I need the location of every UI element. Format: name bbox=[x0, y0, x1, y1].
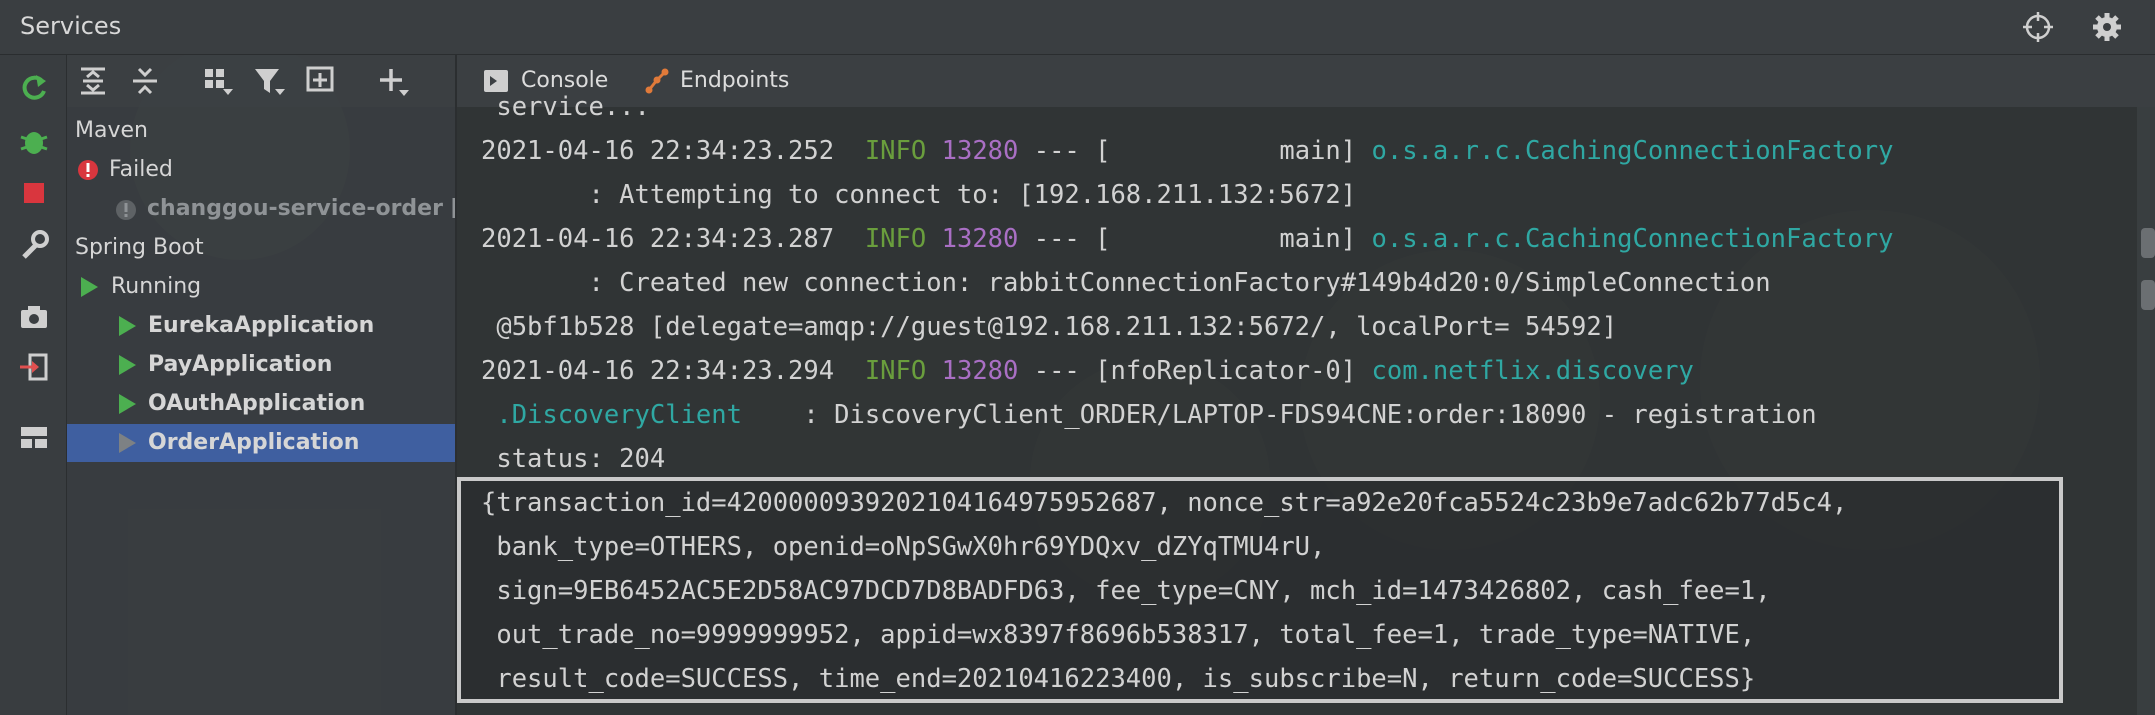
services-tree: Maven Failed changgou-service-order [co … bbox=[67, 107, 455, 715]
stop-icon[interactable] bbox=[18, 177, 50, 209]
log-logger: o.s.a.r.c.CachingConnectionFactory bbox=[1371, 224, 1894, 254]
tree-node-label: PayApplication bbox=[148, 352, 333, 377]
layout-icon[interactable] bbox=[18, 421, 50, 453]
tree-node-failed-service[interactable]: changgou-service-order [co bbox=[67, 190, 455, 228]
log-timestamp: 2021-04-16 22:34:23.294 bbox=[481, 356, 835, 386]
tree-node-label: Running bbox=[111, 274, 202, 299]
console-line: : Created new connection: rabbitConnecti… bbox=[481, 268, 1771, 298]
scroll-marker bbox=[2141, 228, 2155, 258]
tree-node-oauth-application[interactable]: OAuthApplication bbox=[67, 385, 455, 423]
log-logger: .DiscoveryClient bbox=[481, 400, 742, 430]
tree-node-label: Spring Boot bbox=[75, 235, 204, 260]
tree-node-pay-application[interactable]: PayApplication bbox=[67, 346, 455, 384]
new-service-icon[interactable] bbox=[303, 63, 339, 99]
scroll-marker bbox=[2141, 280, 2155, 310]
console-line: : Attempting to connect to: [192.168.211… bbox=[481, 180, 1357, 210]
log-level: INFO bbox=[864, 224, 927, 254]
error-icon-dim bbox=[116, 200, 136, 220]
running-icon bbox=[81, 277, 98, 297]
console-scrollbar[interactable] bbox=[2137, 107, 2155, 715]
log-thread: --- [ main] bbox=[1018, 224, 1372, 254]
console-line: @5bf1b528 [delegate=amqp://guest@192.168… bbox=[481, 312, 1618, 342]
tree-node-order-application[interactable]: OrderApplication bbox=[67, 424, 455, 462]
tab-endpoints[interactable]: Endpoints bbox=[644, 55, 824, 107]
log-pid: 13280 bbox=[941, 136, 1019, 166]
console-log-line: 2021-04-16 22:34:23.294 INFO 13280 --- [… bbox=[481, 349, 1694, 393]
rerun-icon[interactable] bbox=[18, 71, 50, 103]
tree-node-spring-boot[interactable]: Spring Boot bbox=[67, 229, 455, 267]
login-icon[interactable] bbox=[18, 351, 50, 383]
gear-icon[interactable] bbox=[2090, 10, 2124, 44]
tree-node-label: Failed bbox=[109, 157, 173, 182]
debug-icon[interactable] bbox=[18, 125, 50, 157]
tree-node-label: EurekaApplication bbox=[148, 313, 375, 338]
console-line: service... bbox=[481, 92, 650, 122]
log-level: INFO bbox=[864, 356, 927, 386]
log-timestamp: 2021-04-16 22:34:23.287 bbox=[481, 224, 835, 254]
crosshair-icon[interactable] bbox=[2021, 10, 2055, 44]
wrench-icon[interactable] bbox=[18, 229, 50, 261]
tree-node-failed[interactable]: Failed bbox=[67, 151, 455, 189]
log-timestamp: 2021-04-16 22:34:23.252 bbox=[481, 136, 835, 166]
tree-node-maven[interactable]: Maven bbox=[67, 112, 455, 150]
log-logger: o.s.a.r.c.CachingConnectionFactory bbox=[1371, 136, 1894, 166]
highlighted-output-box bbox=[457, 477, 2063, 703]
stopped-icon bbox=[119, 433, 136, 453]
log-message: : DiscoveryClient_ORDER/LAPTOP-FDS94CNE:… bbox=[742, 400, 1817, 430]
running-icon bbox=[119, 394, 136, 414]
error-icon bbox=[78, 160, 98, 180]
tree-node-label: OrderApplication bbox=[148, 430, 360, 455]
console-line: status: 204 bbox=[481, 444, 666, 474]
log-pid: 13280 bbox=[941, 224, 1019, 254]
running-icon bbox=[119, 355, 136, 375]
collapse-all-icon[interactable] bbox=[127, 63, 163, 99]
tree-node-eureka-application[interactable]: EurekaApplication bbox=[67, 307, 455, 345]
log-thread: --- [nfoReplicator-0] bbox=[1018, 356, 1372, 386]
tree-node-label: changgou-service-order [co bbox=[147, 196, 455, 221]
group-icon[interactable] bbox=[199, 63, 235, 99]
running-icon bbox=[119, 316, 136, 336]
filter-icon[interactable] bbox=[251, 63, 287, 99]
log-level: INFO bbox=[864, 136, 927, 166]
detail-tabs: Console Endpoints bbox=[457, 55, 2155, 107]
expand-all-icon[interactable] bbox=[75, 63, 111, 99]
console-log-line: 2021-04-16 22:34:23.287 INFO 13280 --- [… bbox=[481, 217, 1893, 261]
tree-node-label: OAuthApplication bbox=[148, 391, 366, 416]
add-icon[interactable] bbox=[375, 63, 411, 99]
console-log-line: .DiscoveryClient : DiscoveryClient_ORDER… bbox=[481, 393, 1817, 437]
tree-toolbar bbox=[67, 55, 455, 107]
console-log-line: 2021-04-16 22:34:23.252 INFO 13280 --- [… bbox=[481, 129, 1893, 173]
log-logger: com.netflix.discovery bbox=[1371, 356, 1694, 386]
tab-label: Endpoints bbox=[680, 68, 790, 93]
window-title: Services bbox=[20, 12, 122, 40]
log-pid: 13280 bbox=[941, 356, 1019, 386]
tree-node-label: Maven bbox=[75, 118, 148, 143]
log-thread: --- [ main] bbox=[1018, 136, 1372, 166]
title-bar: Services bbox=[0, 0, 2155, 55]
services-left-toolbar bbox=[0, 55, 67, 715]
tree-node-running[interactable]: Running bbox=[67, 268, 455, 306]
camera-icon[interactable] bbox=[18, 301, 50, 333]
